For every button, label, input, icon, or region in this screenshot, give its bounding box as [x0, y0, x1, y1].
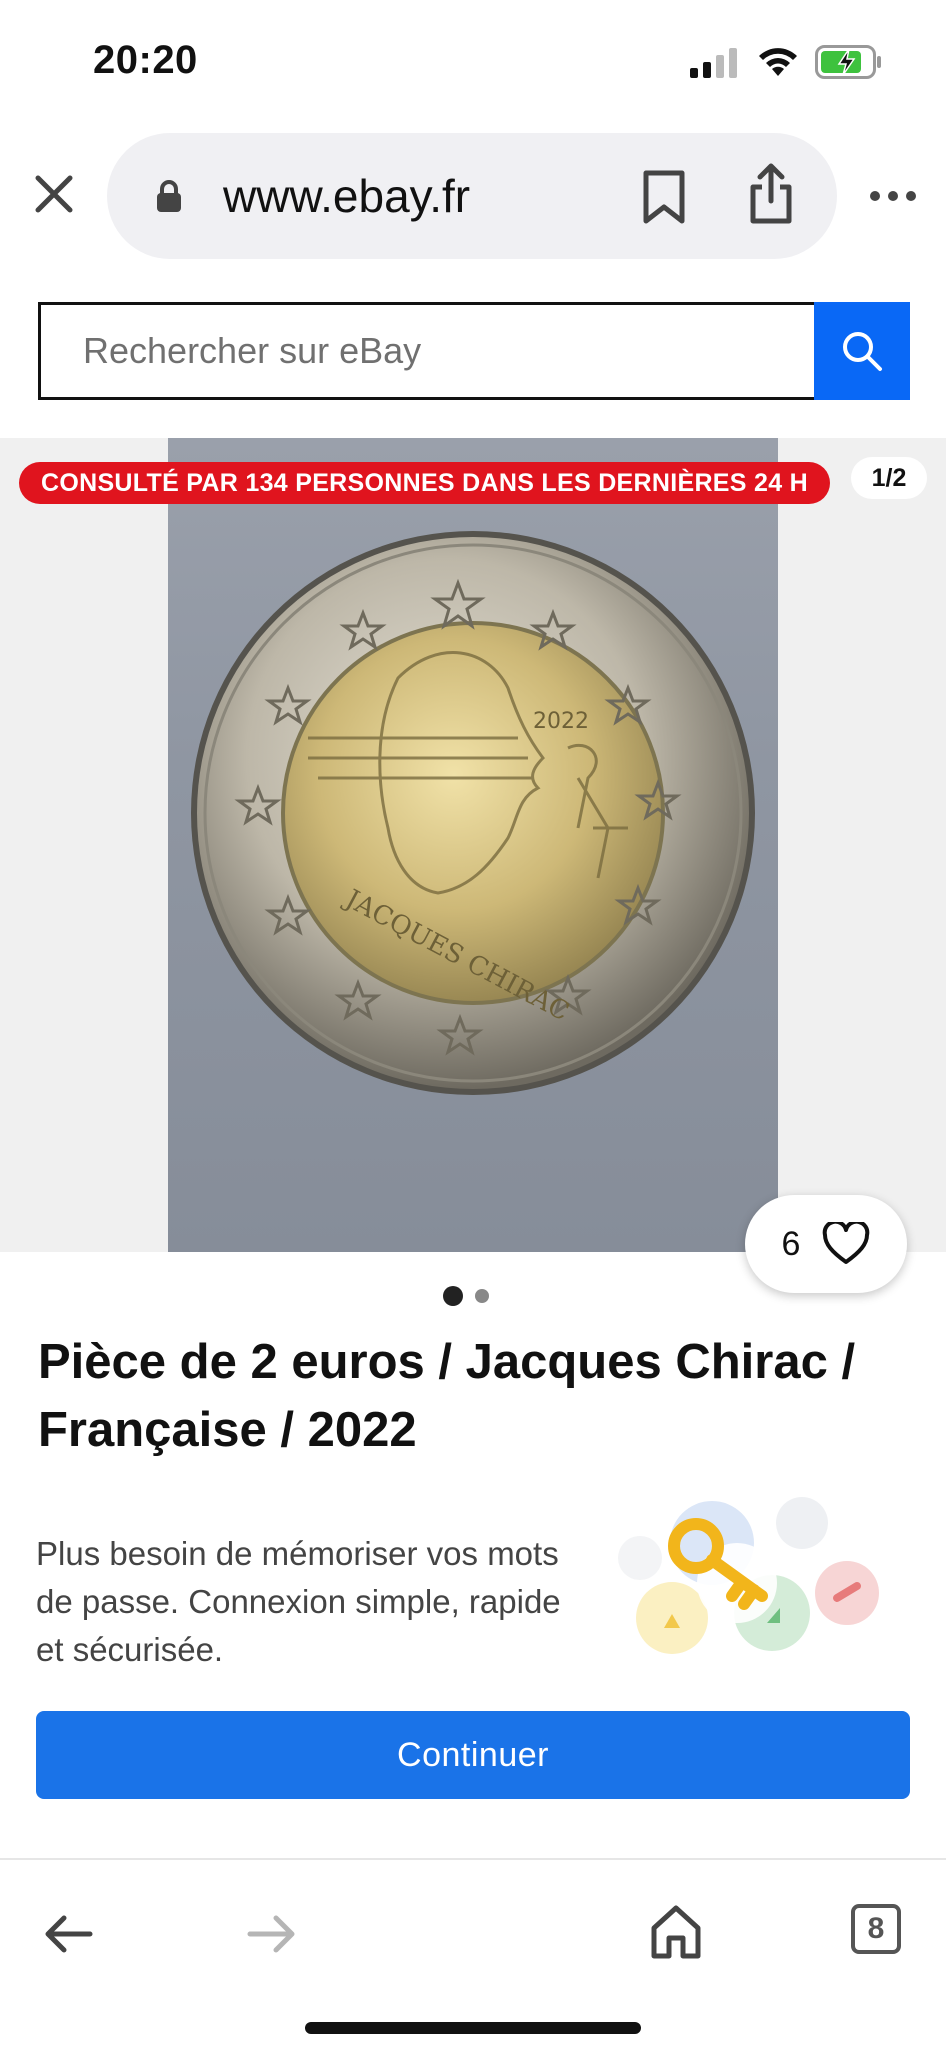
close-icon	[35, 175, 73, 213]
item-title: Pièce de 2 euros / Jacques Chirac / Fran…	[38, 1335, 856, 1457]
forward-arrow-icon[interactable]	[246, 1912, 296, 1956]
carousel-dot-active[interactable]	[443, 1286, 463, 1306]
search-button[interactable]	[814, 302, 910, 400]
home-indicator	[305, 2022, 641, 2034]
url-bar[interactable]: www.ebay.fr	[107, 133, 837, 259]
browser-toolbar: 8	[0, 1858, 946, 2048]
cellular-signal-icon	[690, 48, 737, 78]
url-text: www.ebay.fr	[223, 170, 471, 222]
svg-text:2022: 2022	[533, 709, 589, 734]
coin-image: 2022 JACQUES CHIRAC	[191, 531, 755, 1095]
image-counter: 1/2	[851, 457, 927, 499]
views-badge: CONSULTÉ PAR 134 PERSONNES DANS LES DERN…	[19, 462, 831, 504]
more-icon[interactable]	[868, 186, 918, 206]
wifi-icon	[759, 48, 797, 76]
key-icon	[618, 1497, 879, 1654]
passkey-sheet: Plus besoin de mémoriser vos mots de pas…	[0, 1468, 946, 1860]
lock-icon	[157, 180, 181, 212]
product-photo[interactable]: 2022 JACQUES CHIRAC	[168, 438, 778, 1252]
bookmark-icon[interactable]	[642, 169, 686, 225]
close-button[interactable]	[30, 170, 78, 218]
watch-button[interactable]: 6	[745, 1195, 907, 1293]
status-bar: 20:20	[0, 0, 946, 120]
watch-count: 6	[781, 1224, 801, 1263]
search-icon	[843, 332, 882, 371]
carousel-dots[interactable]	[443, 1286, 489, 1306]
search-input[interactable]	[38, 302, 814, 400]
status-time: 20:20	[93, 38, 198, 82]
home-icon[interactable]	[650, 1904, 702, 1960]
continue-button[interactable]: Continuer	[36, 1711, 910, 1799]
share-icon[interactable]	[748, 163, 794, 225]
battery-icon	[815, 45, 881, 79]
image-gallery[interactable]: 2022 JACQUES CHIRAC CONSULTÉ PAR 134 PER…	[0, 438, 946, 1293]
back-arrow-icon[interactable]	[44, 1912, 94, 1956]
passkey-description: Plus besoin de mémoriser vos mots de pas…	[36, 1535, 561, 1668]
carousel-dot[interactable]	[475, 1289, 489, 1303]
tabs-button[interactable]: 8	[851, 1904, 901, 1954]
heart-icon	[823, 1222, 870, 1264]
search-bar	[38, 302, 910, 400]
